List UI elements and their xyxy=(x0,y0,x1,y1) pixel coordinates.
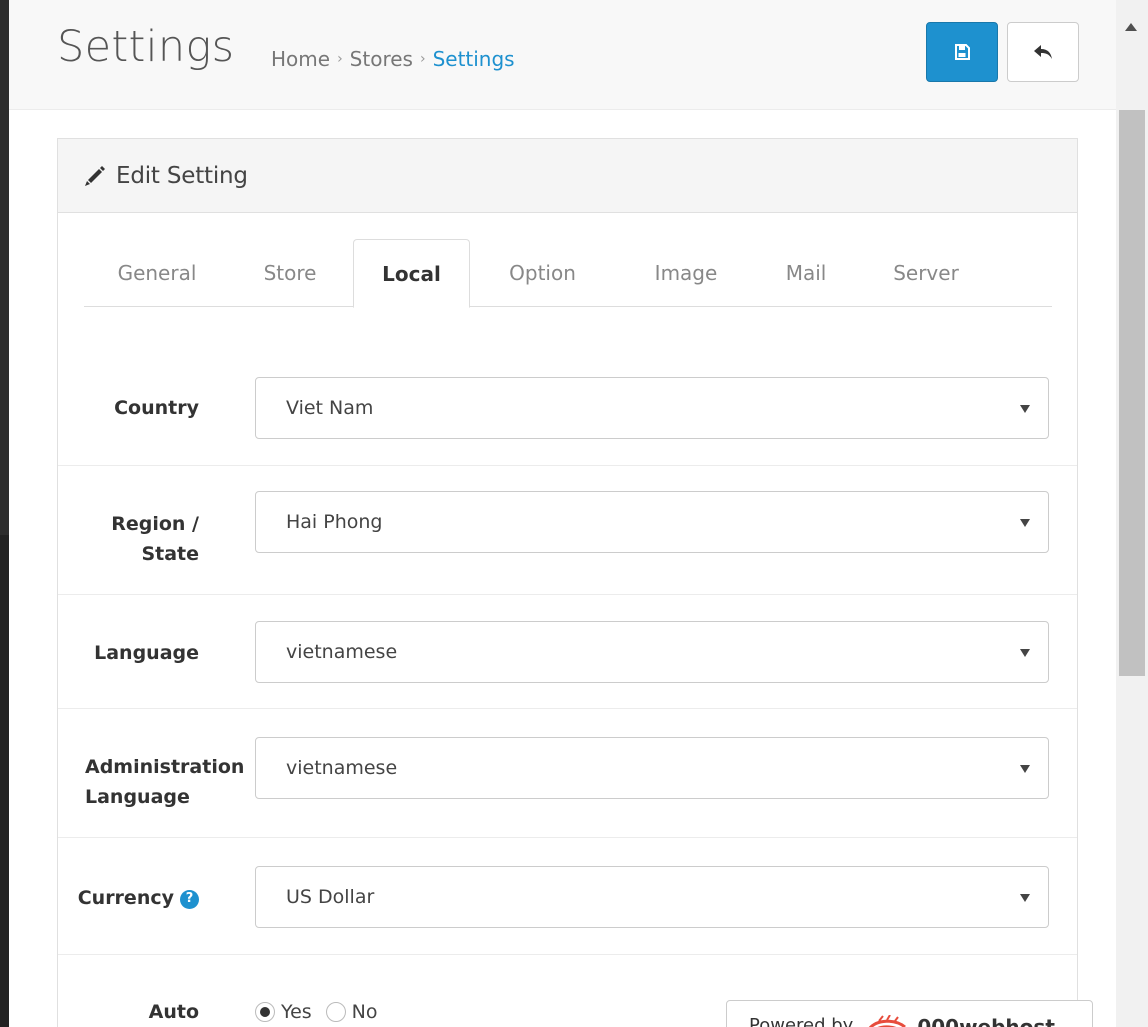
breadcrumb-home[interactable]: Home xyxy=(271,47,330,71)
chevron-down-icon xyxy=(1020,405,1030,413)
scroll-up-arrow-icon[interactable] xyxy=(1125,23,1137,31)
admin-language-label-line2: Language xyxy=(85,786,190,808)
currency-select[interactable]: US Dollar xyxy=(255,866,1049,928)
auto-no-label[interactable]: No xyxy=(352,1001,378,1023)
tab-image[interactable]: Image xyxy=(626,239,746,307)
back-button[interactable] xyxy=(1007,22,1079,82)
chevron-down-icon xyxy=(1020,894,1030,902)
tab-server[interactable]: Server xyxy=(868,239,984,307)
region-label-line1: Region / xyxy=(111,513,199,535)
form-row-admin-language: Administration Language vietnamese xyxy=(58,708,1077,837)
panel-heading: Edit Setting xyxy=(58,139,1077,213)
currency-label-text: Currency xyxy=(77,887,174,909)
language-select[interactable]: vietnamese xyxy=(255,621,1049,683)
left-edge-strip xyxy=(0,0,9,1027)
currency-label: Currency? xyxy=(78,883,199,913)
region-select-value: Hai Phong xyxy=(286,511,383,533)
form-row-region: Region / State Hai Phong xyxy=(58,465,1077,594)
tab-general[interactable]: General xyxy=(98,239,216,307)
country-label: Country xyxy=(114,397,199,419)
auto-radio-group: Yes No xyxy=(255,1001,378,1023)
chevron-down-icon xyxy=(1020,519,1030,527)
powered-by-badge[interactable]: Powered by 000webhost xyxy=(726,1000,1093,1027)
reply-icon xyxy=(1034,45,1052,59)
admin-language-select[interactable]: vietnamese xyxy=(255,737,1049,799)
tab-mail[interactable]: Mail xyxy=(756,239,856,307)
save-icon xyxy=(955,44,970,60)
language-select-value: vietnamese xyxy=(286,641,398,663)
save-button[interactable] xyxy=(926,22,998,82)
edit-setting-panel: Edit Setting General Store Local Option … xyxy=(57,138,1078,1027)
breadcrumb-settings[interactable]: Settings xyxy=(433,47,515,71)
vertical-scrollbar[interactable] xyxy=(1116,0,1148,1027)
tab-store[interactable]: Store xyxy=(235,239,345,307)
page-header: Settings Home › Stores › Settings xyxy=(9,0,1116,110)
tab-local[interactable]: Local xyxy=(353,239,470,308)
form-row-currency: Currency? US Dollar xyxy=(58,837,1077,954)
chevron-down-icon xyxy=(1020,649,1030,657)
pencil-icon xyxy=(85,165,105,186)
breadcrumb-separator-icon: › xyxy=(419,51,426,67)
admin-language-select-value: vietnamese xyxy=(286,757,398,779)
form-row-language: Language vietnamese xyxy=(58,594,1077,708)
powered-by-text: Powered by xyxy=(749,1015,854,1027)
webhost-logo-icon xyxy=(869,1015,907,1027)
currency-select-value: US Dollar xyxy=(286,886,375,908)
country-select[interactable]: Viet Nam xyxy=(255,377,1049,439)
chevron-down-icon xyxy=(1020,765,1030,773)
language-label: Language xyxy=(94,642,199,664)
scrollbar-thumb[interactable] xyxy=(1119,110,1145,676)
region-select[interactable]: Hai Phong xyxy=(255,491,1049,553)
left-edge-strip-lower xyxy=(0,535,9,1027)
tab-option[interactable]: Option xyxy=(479,239,606,307)
powered-by-brand: 000webhost xyxy=(917,1015,1055,1027)
country-select-value: Viet Nam xyxy=(286,397,374,419)
admin-language-label-line1: Administration xyxy=(85,756,245,778)
form-row-country: Country Viet Nam xyxy=(58,351,1077,465)
admin-language-label: Administration Language xyxy=(85,752,255,812)
panel-title: Edit Setting xyxy=(116,162,248,189)
auto-no-radio[interactable] xyxy=(325,1002,346,1022)
breadcrumb: Home › Stores › Settings xyxy=(271,47,515,71)
settings-tabs: General Store Local Option Image Mail Se… xyxy=(84,239,1052,308)
page-title: Settings xyxy=(57,22,235,72)
region-label-line2: State xyxy=(141,543,199,565)
help-icon[interactable]: ? xyxy=(180,889,199,909)
auto-label: Auto xyxy=(148,1001,199,1023)
breadcrumb-stores[interactable]: Stores xyxy=(350,47,413,71)
auto-yes-radio[interactable] xyxy=(255,1002,275,1022)
breadcrumb-separator-icon: › xyxy=(337,51,343,67)
region-label: Region / State xyxy=(111,509,199,569)
auto-yes-label[interactable]: Yes xyxy=(281,1001,312,1023)
